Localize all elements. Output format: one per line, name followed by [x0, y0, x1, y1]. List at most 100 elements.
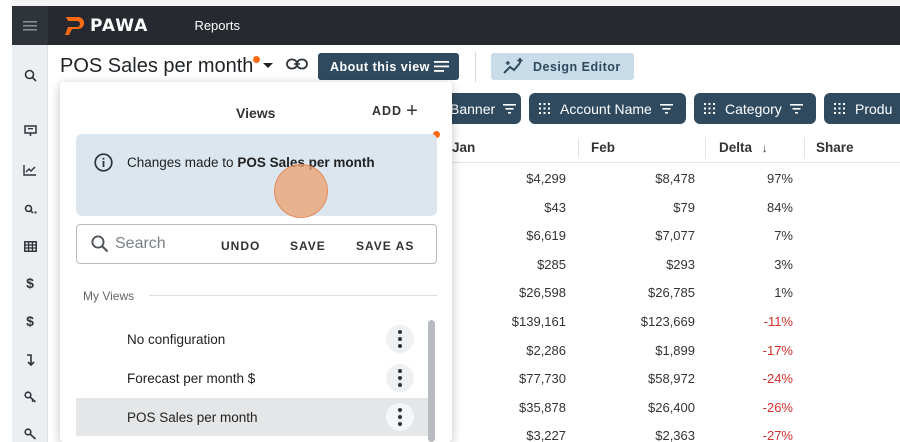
- title-dropdown-caret[interactable]: [263, 63, 273, 68]
- add-view-button[interactable]: ADD +: [372, 100, 419, 122]
- plus-icon: +: [406, 100, 419, 122]
- cell-delta: 97%: [766, 171, 793, 186]
- sort-arrow-icon: ↓: [761, 141, 768, 155]
- arrow-down-icon[interactable]: [12, 348, 48, 372]
- monitor-icon[interactable]: [12, 119, 48, 143]
- column-divider: [804, 138, 805, 158]
- view-item-pos-sales-per-month[interactable]: POS Sales per month: [76, 398, 430, 436]
- design-editor-label: Design Editor: [533, 59, 621, 74]
- views-search-input[interactable]: [115, 233, 415, 255]
- drag-grid-icon: [704, 103, 715, 114]
- cell-delta: 7%: [774, 228, 793, 244]
- column-header-delta[interactable]: Delta ↓: [719, 140, 768, 155]
- filter-chip-label: Banner: [450, 100, 496, 117]
- column-header-feb[interactable]: Feb: [591, 140, 615, 155]
- view-item-label: Forecast per month $: [127, 371, 256, 386]
- drag-grid-icon: [539, 103, 550, 114]
- header-bottom-border: [436, 162, 900, 163]
- window-left-edge: [0, 0, 12, 442]
- filter-chip-banner[interactable]: Banner: [440, 93, 521, 124]
- search-small-icon[interactable]: [12, 197, 48, 221]
- header-divider: [475, 52, 476, 82]
- cell-jan: $285: [537, 256, 566, 272]
- column-header-share[interactable]: Share: [816, 140, 854, 155]
- more-options-icon[interactable]: [386, 403, 414, 431]
- view-item-label: No configuration: [127, 332, 226, 347]
- views-panel-title: Views: [236, 105, 276, 121]
- filter-chip-label: Produ: [855, 100, 893, 117]
- cell-delta: 84%: [766, 199, 793, 215]
- brand-name: PAWA: [90, 15, 149, 36]
- info-icon: [94, 153, 113, 172]
- add-view-label: ADD: [372, 104, 403, 118]
- search-icon[interactable]: [12, 63, 48, 87]
- filter-chip-product[interactable]: Produ: [824, 93, 900, 124]
- notice-prefix: Changes made to: [127, 155, 238, 170]
- dollar-icon[interactable]: $: [12, 271, 48, 295]
- column-divider: [705, 138, 706, 158]
- cell-jan: $43: [544, 199, 566, 215]
- key-icon[interactable]: [12, 385, 48, 409]
- cell-delta: -11%: [763, 314, 793, 329]
- cell-jan: $26,598: [519, 285, 566, 301]
- search-icon: [91, 235, 109, 253]
- magic-wand-icon: [503, 58, 523, 74]
- cell-delta: -24%: [762, 371, 793, 387]
- cell-jan: $139,161: [511, 314, 566, 329]
- menu-button[interactable]: [12, 6, 48, 45]
- more-options-icon[interactable]: [386, 364, 414, 392]
- cell-delta: 3%: [774, 256, 793, 272]
- views-search-box: [76, 224, 437, 264]
- view-item-no-configuration[interactable]: No configuration: [76, 320, 430, 358]
- notice-message: Changes made to POS Sales per month: [127, 155, 375, 170]
- pawa-logo-icon: [65, 16, 84, 35]
- cell-delta: -26%: [762, 399, 793, 415]
- cell-feb: $26,400: [648, 399, 695, 415]
- top-bar: PAWA Reports: [12, 6, 900, 45]
- unsaved-changes-dot: [253, 56, 260, 63]
- column-divider: [578, 138, 579, 158]
- section-divider: [149, 295, 437, 296]
- click-highlight: [274, 164, 328, 218]
- unsaved-changes-notice: Changes made to POS Sales per month UNDO…: [76, 134, 437, 253]
- cell-feb: $8,478: [655, 171, 695, 186]
- page-title[interactable]: POS Sales per month: [60, 55, 253, 78]
- cell-jan: $6,619: [526, 228, 566, 244]
- cell-jan: $77,730: [519, 371, 566, 387]
- filter-chip-label: Account Name: [560, 100, 652, 117]
- cell-delta: -17%: [762, 342, 793, 358]
- views-scrollbar[interactable]: [428, 320, 435, 442]
- view-item-forecast-per-month[interactable]: Forecast per month $: [76, 359, 430, 397]
- dollar-icon[interactable]: $: [12, 309, 48, 333]
- about-view-button[interactable]: About this view: [318, 53, 459, 80]
- cell-jan: $2,286: [526, 342, 566, 358]
- cell-feb: $26,785: [648, 285, 695, 301]
- about-view-label: About this view: [330, 59, 430, 74]
- column-header-label: Delta: [719, 140, 753, 155]
- more-options-icon[interactable]: [386, 325, 414, 353]
- cell-feb: $58,972: [648, 371, 695, 387]
- filter-icon: [789, 103, 803, 114]
- filter-icon: [503, 103, 517, 114]
- key-icon[interactable]: [12, 422, 48, 442]
- brand-logo[interactable]: PAWA: [64, 16, 148, 36]
- cell-feb: $7,077: [655, 228, 695, 244]
- filter-icon: [659, 103, 673, 114]
- design-editor-button[interactable]: Design Editor: [491, 53, 634, 80]
- left-sidebar: $ $: [12, 45, 48, 442]
- chart-line-icon[interactable]: [12, 158, 48, 182]
- cell-delta: 1%: [774, 285, 793, 301]
- cell-feb: $1,899: [655, 342, 695, 358]
- cell-feb: $123,669: [640, 314, 695, 329]
- drag-grid-icon: [834, 103, 845, 114]
- filter-chip-category[interactable]: Category: [694, 93, 816, 124]
- column-header-jan[interactable]: Jan: [452, 140, 475, 155]
- link-icon[interactable]: [286, 58, 308, 70]
- table-icon[interactable]: [12, 234, 48, 258]
- cell-jan: $35,878: [519, 399, 566, 415]
- views-panel: Views ADD + Changes made to POS Sales pe…: [60, 82, 452, 442]
- filter-chip-account-name[interactable]: Account Name: [529, 93, 686, 124]
- cell-jan: $3,227: [526, 428, 566, 442]
- nav-reports[interactable]: Reports: [194, 18, 240, 33]
- cell-feb: $79: [673, 199, 695, 215]
